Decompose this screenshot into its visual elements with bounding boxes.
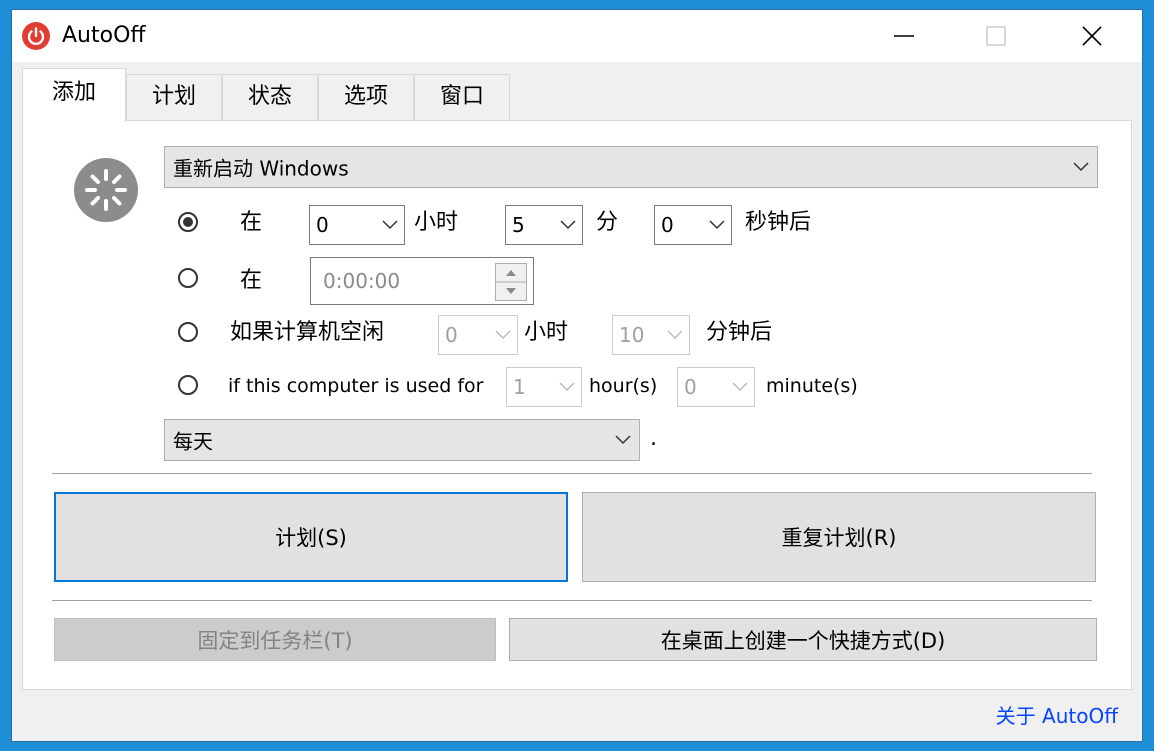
hours-select[interactable]: 0 <box>309 205 405 245</box>
divider <box>52 473 1092 474</box>
pin-taskbar-button[interactable]: 固定到任务栏(T) <box>54 618 496 661</box>
chevron-down-icon <box>560 220 576 230</box>
tab-add[interactable]: 添加 <box>22 68 126 122</box>
used-hours-unit: hour(s) <box>589 375 658 397</box>
minutes-unit-label: 分 <box>596 210 619 235</box>
chevron-down-icon <box>615 435 631 445</box>
radio-at-time[interactable] <box>178 268 198 288</box>
repeat-select-value: 每天 <box>173 429 213 454</box>
idle-hours-value: 0 <box>445 323 458 347</box>
seconds-select-value: 0 <box>661 213 674 237</box>
chevron-down-icon <box>709 220 725 230</box>
time-spinner[interactable] <box>495 263 527 301</box>
seconds-unit-label: 秒钟后 <box>745 210 812 235</box>
hours-unit-label: 小时 <box>414 210 459 235</box>
chevron-down-icon <box>667 330 683 340</box>
in-label: 在 <box>240 210 263 235</box>
used-minutes-unit: minute(s) <box>766 375 858 397</box>
repeat-select[interactable]: 每天 <box>164 419 640 461</box>
action-select[interactable]: 重新启动 Windows <box>164 146 1098 188</box>
close-icon <box>1082 26 1102 46</box>
maximize-icon <box>986 26 1006 46</box>
create-shortcut-button[interactable]: 在桌面上创建一个快捷方式(D) <box>509 618 1097 661</box>
power-icon <box>22 22 50 50</box>
at-label: 在 <box>240 268 263 293</box>
minimize-button[interactable] <box>860 10 948 62</box>
repeat-schedule-button[interactable]: 重复计划(R) <box>582 492 1096 582</box>
action-select-value: 重新启动 Windows <box>173 156 349 181</box>
restart-spinner-icon <box>74 158 138 222</box>
window-title: AutoOff <box>62 23 146 48</box>
radio-if-idle[interactable] <box>178 322 198 342</box>
used-hours-value: 1 <box>513 375 526 399</box>
repeat-suffix: . <box>650 426 657 451</box>
minutes-select[interactable]: 5 <box>505 205 583 245</box>
tab-schedule[interactable]: 计划 <box>126 74 222 120</box>
chevron-down-icon <box>732 382 748 392</box>
maximize-button[interactable] <box>952 10 1040 62</box>
idle-label: 如果计算机空闲 <box>230 320 385 345</box>
used-label: if this computer is used for <box>228 375 484 397</box>
autooff-window: AutoOff 添加 计划 状态 选项 窗口 重新启动 Windows 在 0 … <box>12 10 1142 741</box>
hours-select-value: 0 <box>316 213 329 237</box>
tab-window[interactable]: 窗口 <box>414 74 510 120</box>
idle-minutes-select[interactable]: 10 <box>612 315 690 355</box>
close-button[interactable] <box>1048 10 1136 62</box>
time-input-value: 0:00:00 <box>323 269 401 293</box>
chevron-down-icon <box>382 220 398 230</box>
used-minutes-value: 0 <box>684 375 697 399</box>
idle-minutes-unit: 分钟后 <box>706 320 773 345</box>
chevron-down-icon <box>495 330 511 340</box>
schedule-button[interactable]: 计划(S) <box>54 492 568 582</box>
chevron-down-icon <box>559 382 575 392</box>
used-hours-select[interactable]: 1 <box>506 367 582 407</box>
chevron-down-icon <box>1073 162 1089 172</box>
idle-minutes-value: 10 <box>619 323 645 347</box>
used-minutes-select[interactable]: 0 <box>677 367 755 407</box>
radio-after-duration[interactable] <box>178 212 198 232</box>
idle-hours-unit: 小时 <box>524 320 569 345</box>
divider <box>52 600 1092 601</box>
seconds-select[interactable]: 0 <box>654 205 732 245</box>
idle-hours-select[interactable]: 0 <box>438 315 518 355</box>
minimize-icon <box>894 35 914 37</box>
time-input[interactable]: 0:00:00 <box>310 257 534 305</box>
minutes-select-value: 5 <box>512 213 525 237</box>
about-link[interactable]: 关于 AutoOff <box>996 700 1118 729</box>
title-bar[interactable]: AutoOff <box>12 10 1142 62</box>
spinner-arrows-icon <box>496 270 526 294</box>
tab-options[interactable]: 选项 <box>318 74 414 120</box>
tab-status[interactable]: 状态 <box>222 74 318 120</box>
radio-if-used[interactable] <box>178 375 198 395</box>
